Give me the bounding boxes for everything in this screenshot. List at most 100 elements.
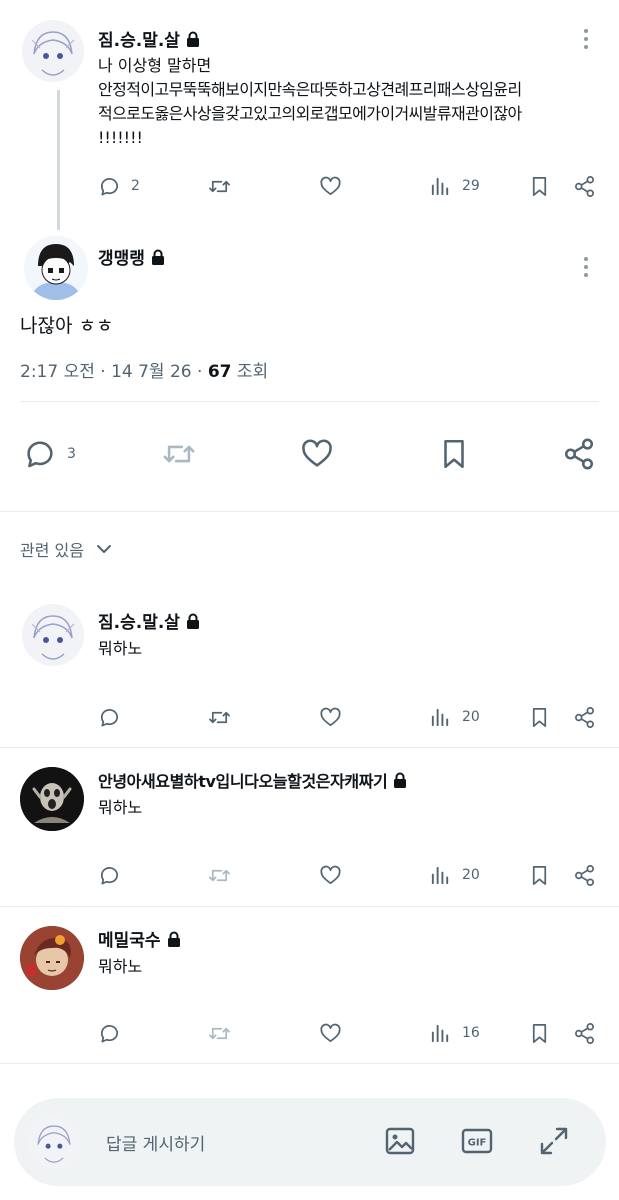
view-count: 16 [462, 1025, 480, 1041]
image-icon [385, 1127, 415, 1155]
divider [0, 511, 619, 512]
author-name[interactable]: 갱맹랭 [98, 244, 165, 269]
reply-text: 뭐하노 [98, 957, 143, 976]
share-button[interactable] [573, 175, 596, 198]
reply-icon [100, 708, 118, 727]
bookmark-button[interactable] [528, 706, 551, 729]
share-icon [564, 438, 594, 470]
like-icon [320, 1023, 341, 1042]
reply-composer[interactable]: 답글 게시하기 GIF [14, 1098, 606, 1186]
reply-count: 2 [131, 178, 140, 194]
share-icon [575, 1022, 594, 1044]
reply-icon [100, 177, 118, 196]
bookmark-button[interactable] [528, 175, 551, 198]
reply-actions: 16 [0, 1018, 619, 1048]
author-name[interactable]: 짐.승.말.살 [98, 608, 200, 633]
bookmark-button[interactable] [528, 1022, 551, 1045]
retweet-icon [209, 869, 230, 881]
reply-input-placeholder[interactable]: 답글 게시하기 [106, 1130, 205, 1155]
retweet-icon [209, 180, 230, 192]
views-button[interactable]: 16 [429, 1022, 480, 1045]
avatar[interactable] [20, 767, 84, 831]
lock-icon [167, 931, 181, 947]
share-icon [575, 706, 594, 728]
post-line: 적으로도옳은사상을갖고있고의외로갭모에가이거씨발류재관이잖아 [98, 104, 522, 123]
view-label: 조회 [236, 362, 269, 382]
reply-icon [100, 1024, 118, 1043]
divider [0, 906, 619, 907]
bookmark-icon [532, 865, 547, 885]
retweet-button[interactable] [208, 864, 231, 887]
author-name-text: 갱맹랭 [98, 249, 145, 269]
share-icon [575, 864, 594, 886]
retweet-button[interactable] [208, 175, 231, 198]
author-name[interactable]: 짐.승.말.살 [98, 26, 200, 51]
author-name-text: 메밀국수 [98, 931, 161, 951]
expand-button[interactable] [538, 1125, 570, 1157]
like-icon [320, 865, 341, 884]
gif-button[interactable]: GIF [461, 1125, 493, 1157]
author-name[interactable]: 안녕아새요별하tv입니다오늘할것은자캐짜기 [98, 768, 407, 792]
reply-count: 3 [67, 446, 76, 462]
retweet-button[interactable] [208, 1022, 231, 1045]
post-actions: 3 [0, 436, 619, 472]
view-count: 20 [462, 709, 480, 725]
retweet-button[interactable] [208, 706, 231, 729]
like-icon [320, 707, 341, 726]
avatar[interactable] [20, 926, 84, 990]
post-actions: 2 29 [0, 171, 619, 201]
view-count: 29 [462, 178, 480, 194]
image-button[interactable] [384, 1125, 416, 1157]
reply-button[interactable]: 3 [23, 437, 76, 471]
share-button[interactable] [573, 864, 596, 887]
author-name[interactable]: 메밀국수 [98, 926, 181, 951]
avatar[interactable] [22, 20, 84, 82]
post-text: 나잖아 ㅎㅎ [20, 315, 114, 337]
reply-button[interactable] [98, 864, 121, 887]
like-button[interactable] [319, 864, 342, 887]
reply-button[interactable] [98, 1022, 121, 1045]
post-line: 안정적이고무뚝뚝해보이지만속은따뜻하고상견례프리패스상임윤리 [98, 80, 522, 99]
reply-icon [100, 866, 118, 885]
share-button[interactable] [573, 706, 596, 729]
more-icon[interactable] [576, 254, 596, 280]
meta-dot: · [100, 362, 112, 382]
views-button[interactable]: 20 [429, 864, 480, 887]
views-icon [431, 708, 449, 726]
post-time[interactable]: 2:17 오전 [20, 362, 95, 382]
like-button[interactable] [319, 1022, 342, 1045]
reply-text: 뭐하노 [98, 639, 143, 658]
post-text: 나 이상형 말하면 안정적이고무뚝뚝해보이지만속은따뜻하고상견례프리패스상임윤리… [98, 54, 608, 150]
views-icon [431, 177, 449, 195]
avatar[interactable] [22, 604, 84, 666]
views-icon [431, 1024, 449, 1042]
bookmark-button[interactable] [528, 864, 551, 887]
reply-actions: 20 [0, 702, 619, 732]
view-count: 20 [462, 867, 480, 883]
avatar [28, 1116, 80, 1168]
bookmark-icon [444, 439, 464, 469]
reply-button[interactable] [98, 706, 121, 729]
post-date[interactable]: 14 7월 26 [111, 362, 192, 382]
retweet-button[interactable] [162, 437, 196, 471]
share-button[interactable] [562, 437, 596, 471]
like-button[interactable] [300, 437, 334, 471]
bookmark-button[interactable] [437, 437, 471, 471]
author-name-text: 안녕아새요별하tv입니다오늘할것은자캐짜기 [98, 772, 388, 791]
avatar[interactable] [24, 236, 88, 300]
bookmark-icon [532, 707, 547, 727]
like-button[interactable] [319, 706, 342, 729]
reply-actions: 20 [0, 860, 619, 890]
retweet-icon [163, 445, 195, 463]
like-button[interactable] [319, 175, 342, 198]
more-icon[interactable] [576, 26, 596, 52]
divider [0, 1063, 619, 1064]
share-icon [575, 175, 594, 197]
share-button[interactable] [573, 1022, 596, 1045]
views-button[interactable]: 29 [429, 175, 480, 198]
views-button[interactable]: 20 [429, 706, 480, 729]
reply-button[interactable]: 2 [98, 175, 140, 198]
related-filter[interactable]: 관련 있음 [20, 537, 114, 561]
gif-icon: GIF [461, 1128, 493, 1154]
reply-text: 뭐하노 [98, 798, 143, 817]
